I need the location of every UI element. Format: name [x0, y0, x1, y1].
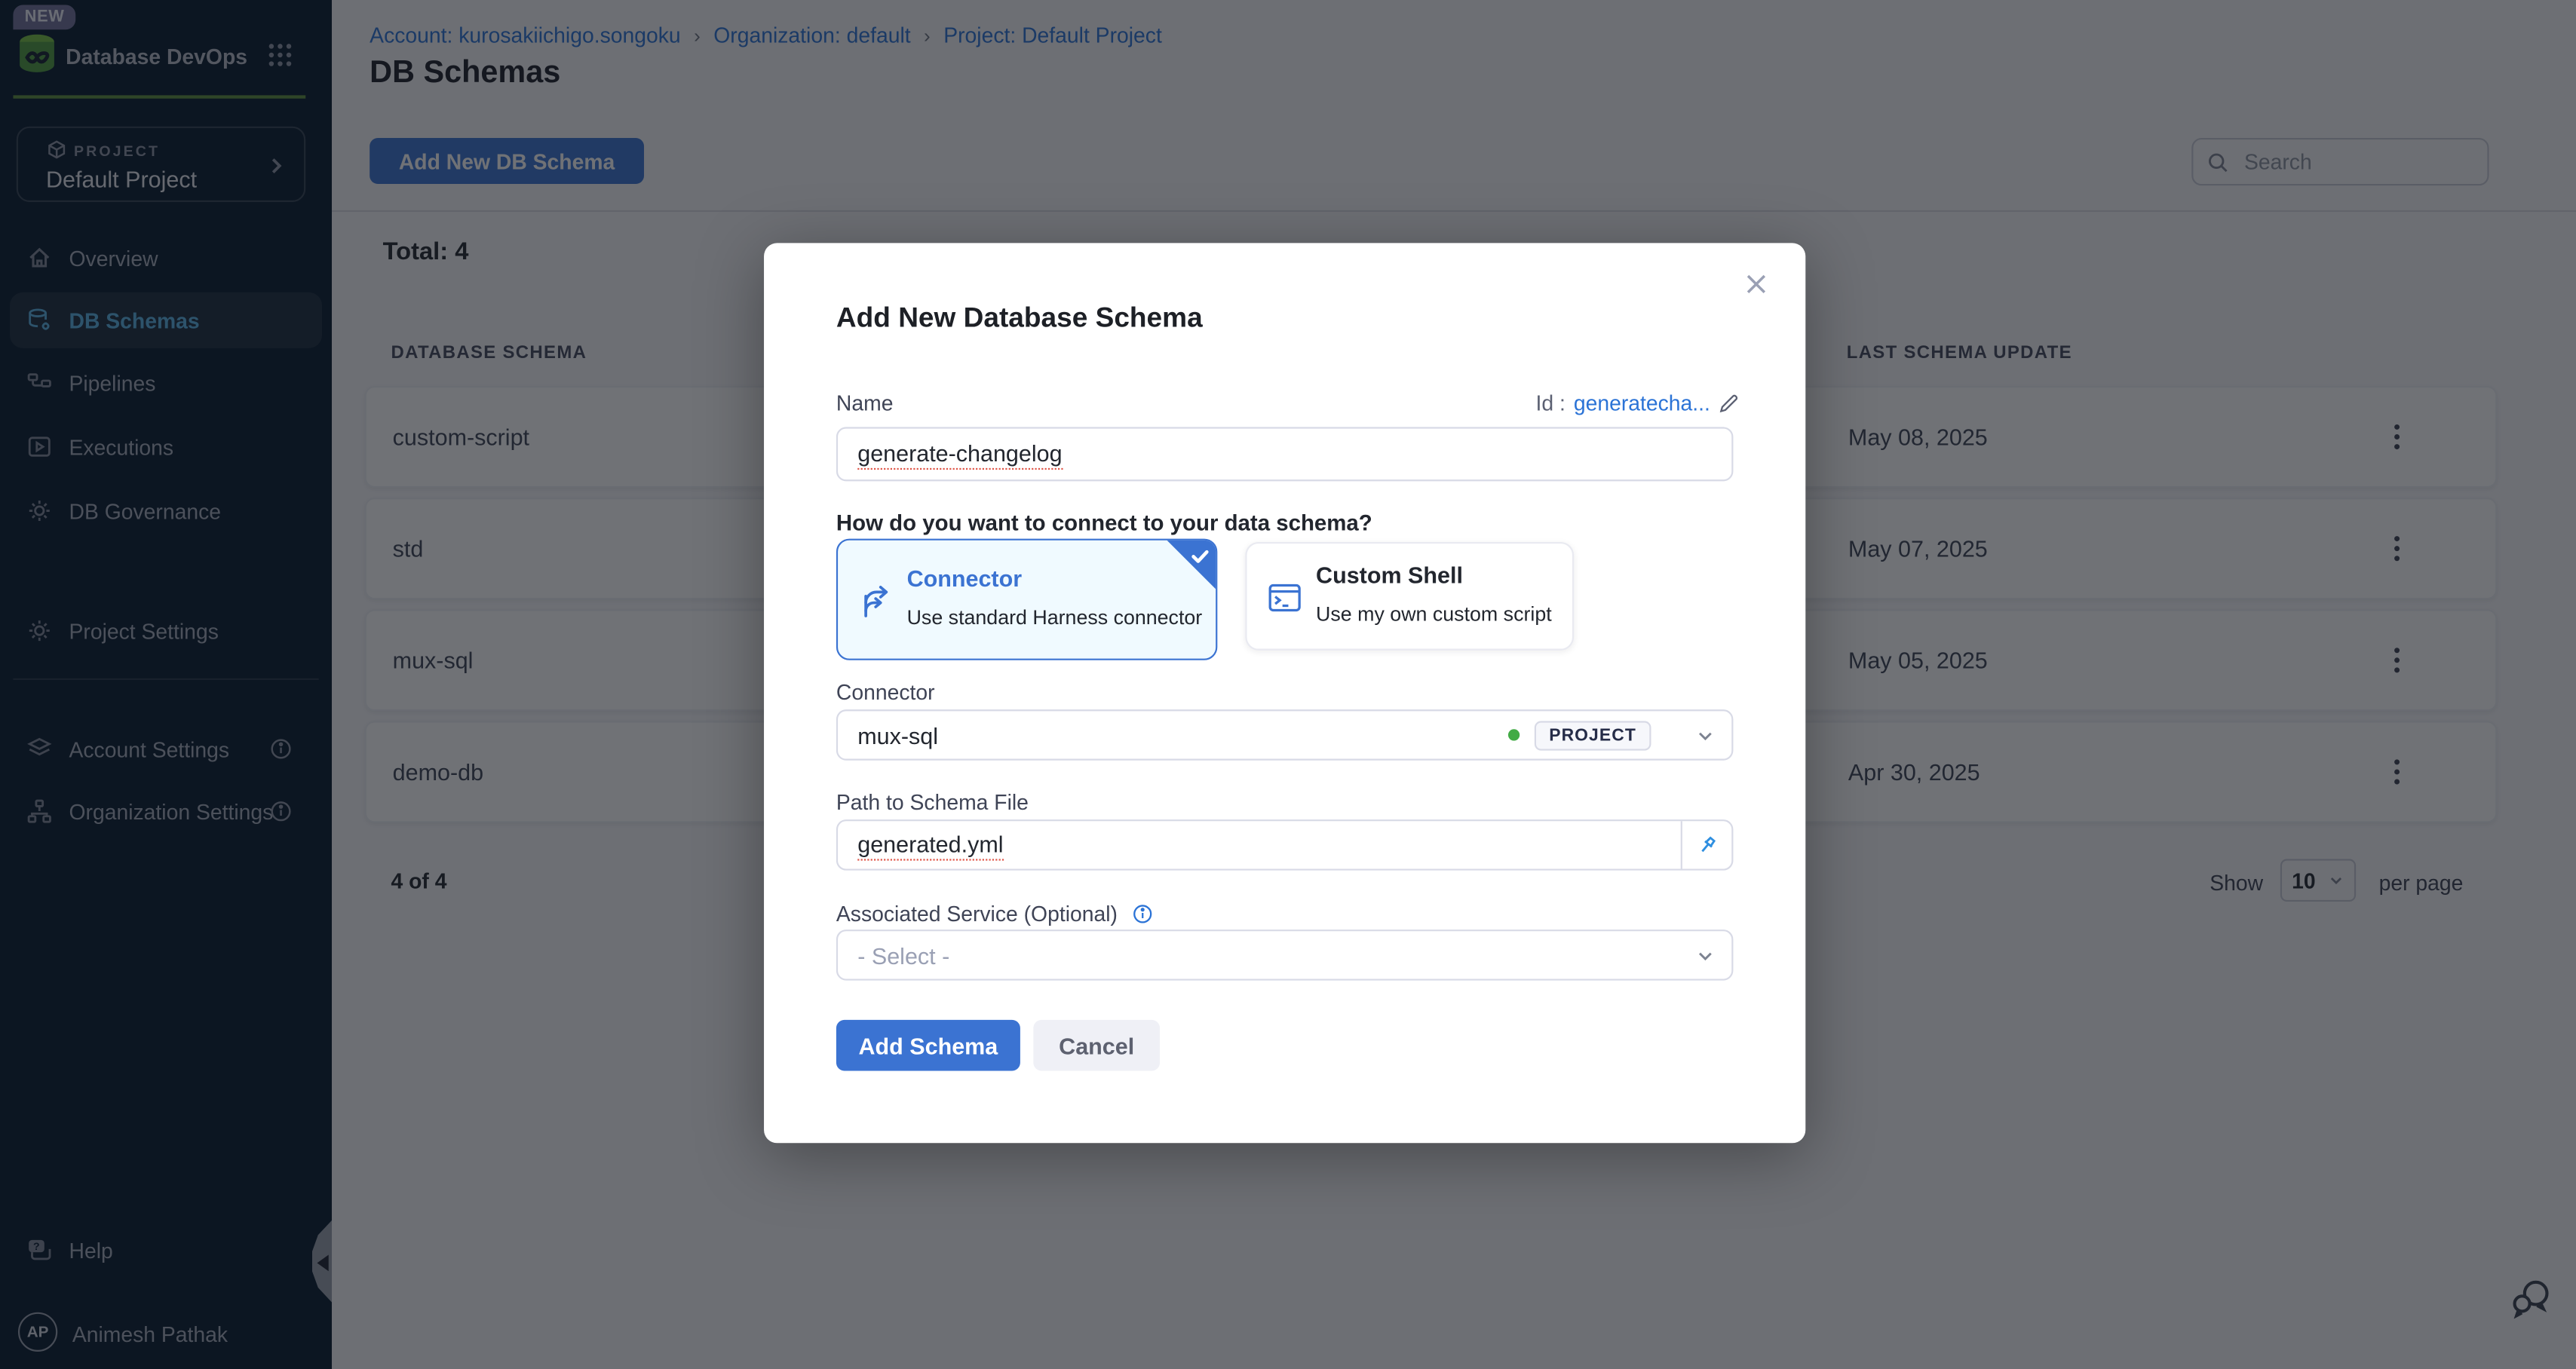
service-select-placeholder: - Select - — [857, 942, 949, 968]
service-label-row: Associated Service (Optional) — [836, 900, 1153, 926]
fixed-value-pin-icon[interactable] — [1681, 821, 1732, 868]
path-field[interactable]: generated.yml — [836, 819, 1734, 871]
shell-card-title: Custom Shell — [1316, 562, 1463, 588]
add-new-database-schema-modal: Add New Database Schema Name Id : genera… — [764, 243, 1805, 1143]
name-field-value: generate-changelog — [857, 439, 1062, 469]
selected-corner — [1158, 539, 1217, 598]
connector-card-subtitle: Use standard Harness connector — [907, 606, 1203, 629]
info-icon[interactable] — [1132, 903, 1153, 924]
chevron-down-icon[interactable] — [1695, 725, 1715, 745]
connector-card[interactable]: Connector Use standard Harness connector — [836, 539, 1217, 660]
name-label: Name — [836, 391, 894, 416]
add-schema-button[interactable]: Add Schema — [836, 1020, 1020, 1071]
terminal-icon — [1267, 580, 1303, 616]
entity-id-row: Id : generatecha... — [1536, 391, 1740, 416]
connector-label: Connector — [836, 680, 935, 705]
close-icon[interactable] — [1740, 268, 1773, 301]
path-field-value: generated.yml — [857, 830, 1003, 859]
connector-field-value: mux-sql — [857, 721, 938, 748]
connectivity-status-dot — [1508, 729, 1520, 740]
chevron-down-icon — [1695, 945, 1715, 965]
connector-card-title: Connector — [907, 565, 1023, 591]
connector-arrows-icon — [857, 581, 897, 620]
modal-title: Add New Database Schema — [836, 302, 1203, 335]
edit-pencil-icon[interactable] — [1719, 393, 1740, 414]
id-value-link[interactable]: generatecha... — [1574, 391, 1710, 416]
id-prefix: Id : — [1536, 391, 1566, 416]
custom-shell-card[interactable]: Custom Shell Use my own custom script — [1245, 542, 1574, 651]
name-field[interactable]: generate-changelog — [836, 427, 1734, 481]
service-select[interactable]: - Select - — [836, 930, 1734, 981]
connect-question: How do you want to connect to your data … — [836, 511, 1372, 536]
connector-field[interactable]: mux-sql PROJECT — [836, 709, 1734, 761]
path-label: Path to Schema File — [836, 790, 1029, 815]
cancel-button[interactable]: Cancel — [1033, 1020, 1160, 1071]
service-label: Associated Service (Optional) — [836, 902, 1118, 926]
shell-card-subtitle: Use my own custom script — [1316, 603, 1552, 626]
screen: NEW Database DevOps PROJECT — [0, 0, 2576, 1369]
scope-badge: PROJECT — [1535, 720, 1651, 749]
